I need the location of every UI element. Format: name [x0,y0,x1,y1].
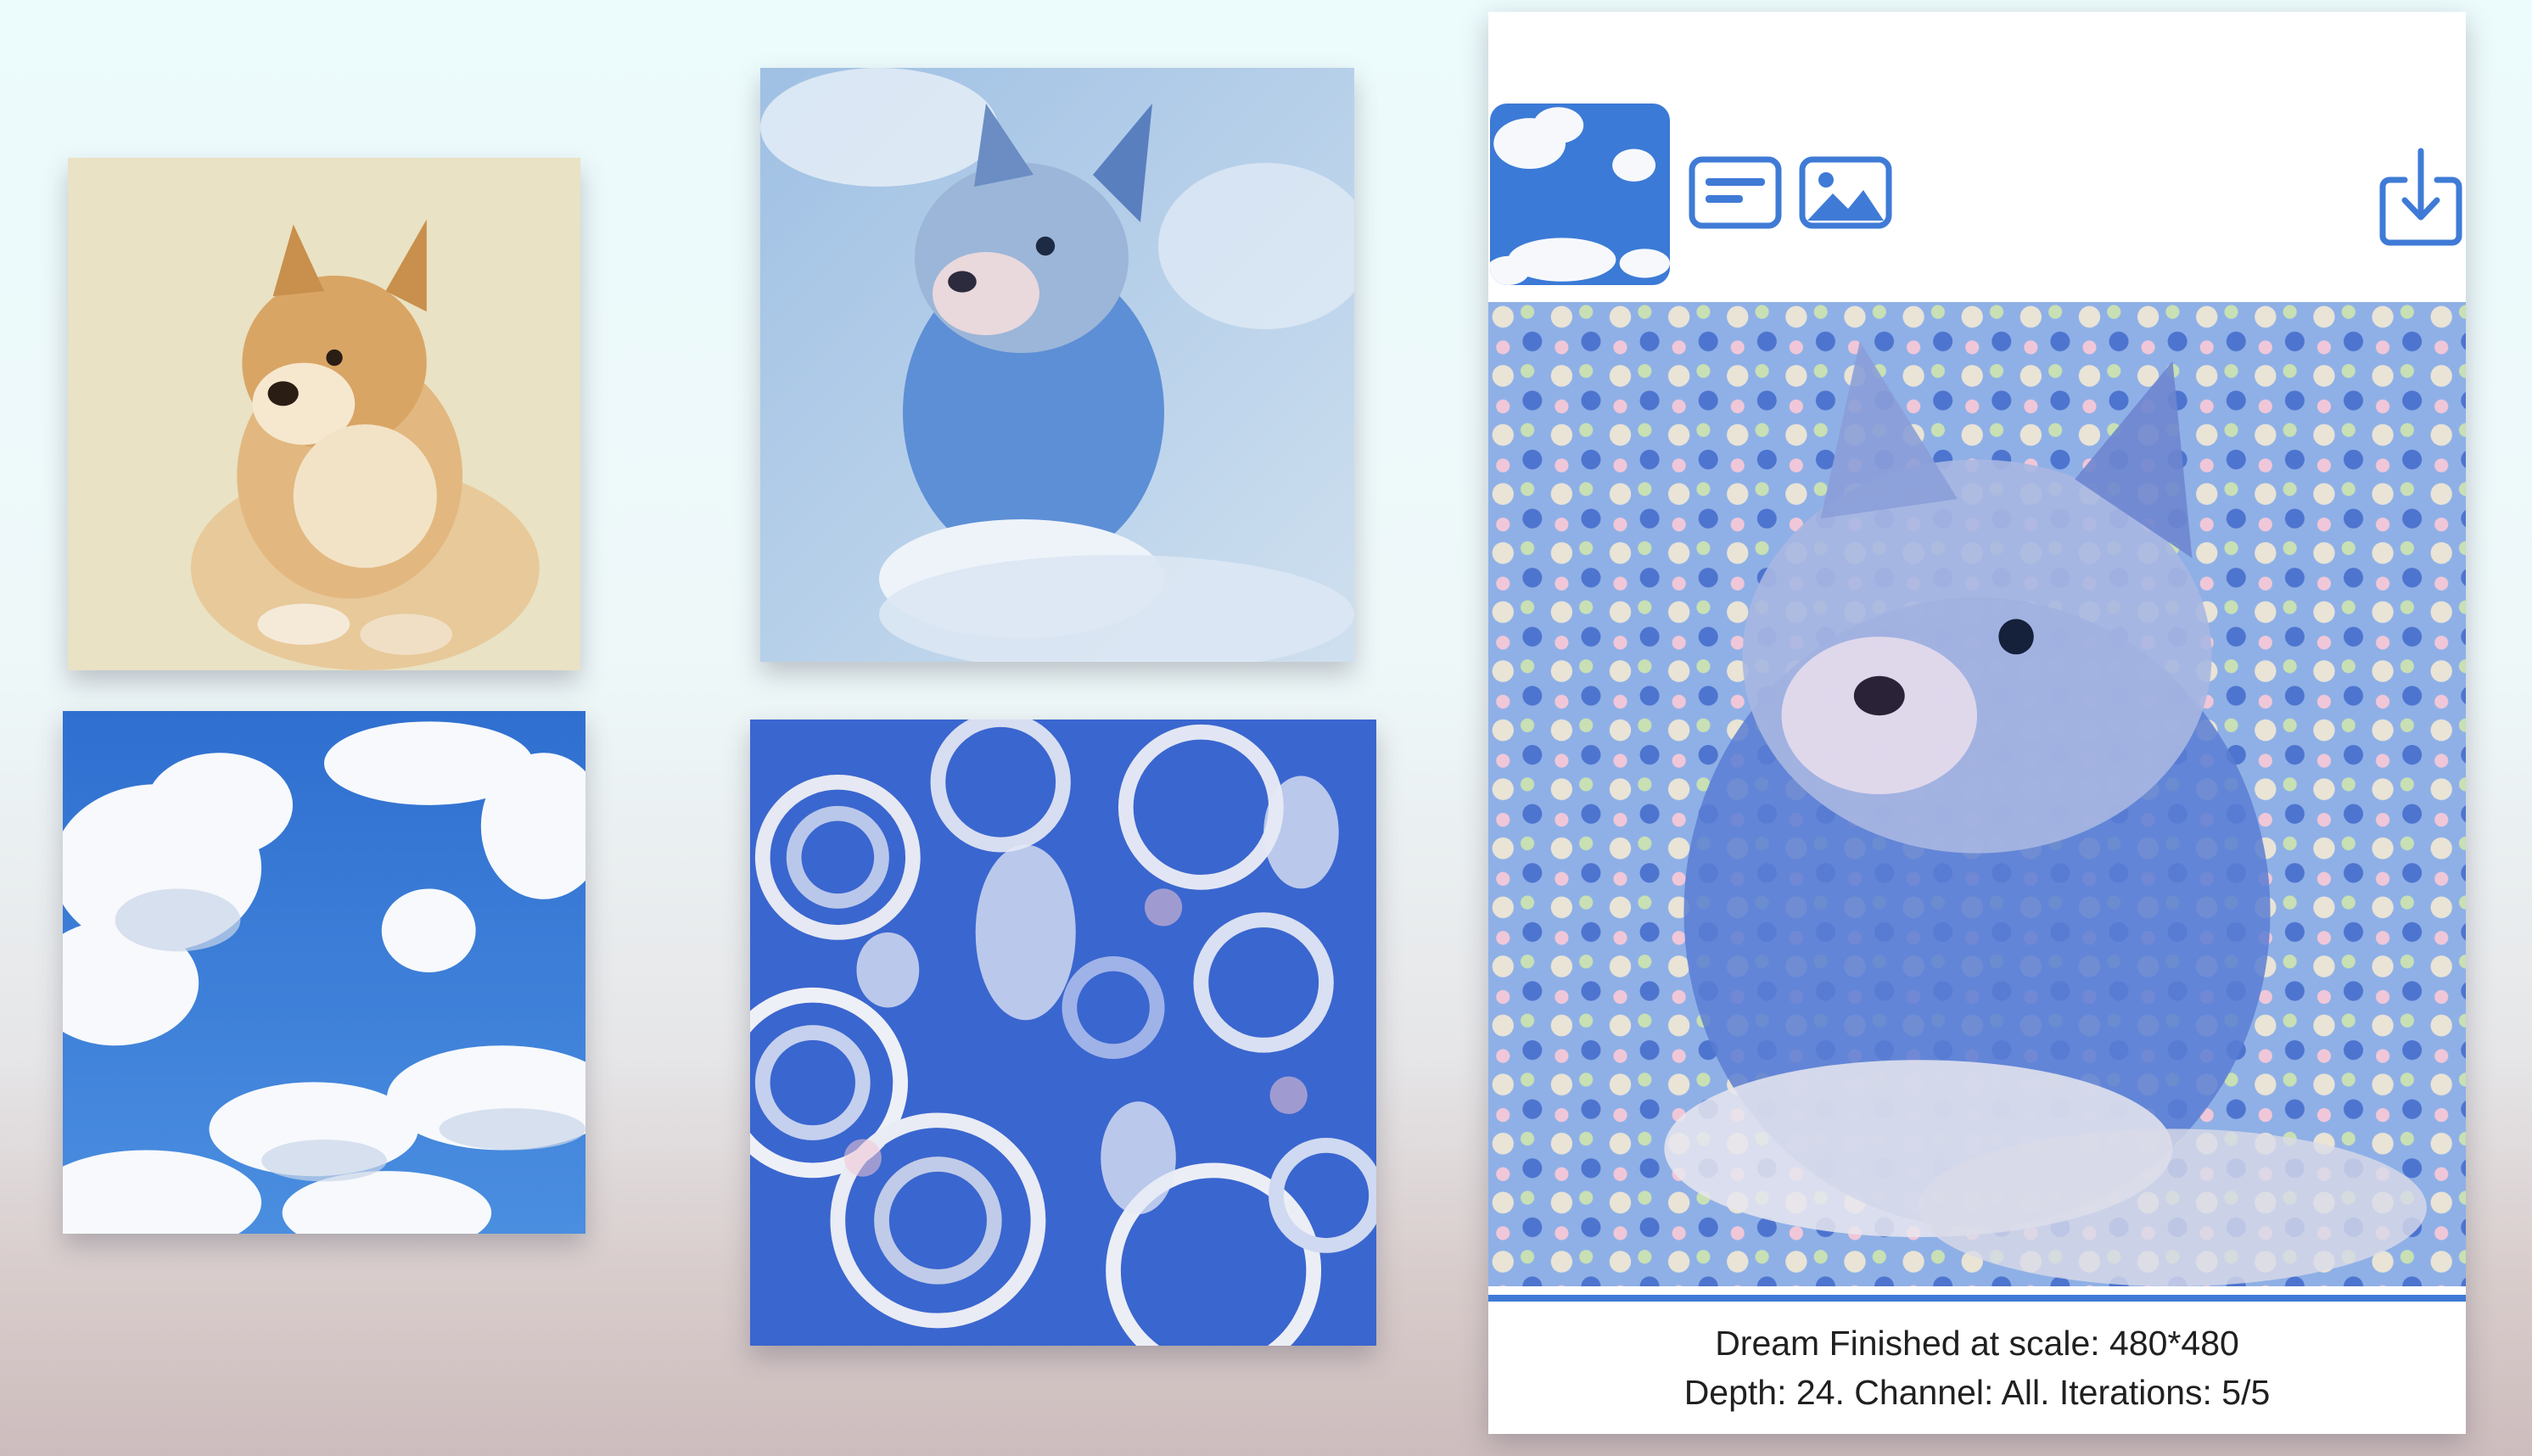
info-card-button[interactable] [1689,156,1782,229]
cloud-doge-image [760,68,1354,662]
text-card-icon [1689,156,1782,229]
style-thumbnail[interactable] [1490,104,1670,285]
progress-bar [1488,1295,2466,1302]
doge-image [68,158,580,670]
dream-result-image [1488,302,2466,1286]
cloud-style-thumbnail-icon [1490,104,1670,285]
progress-fill [1488,1295,2466,1302]
status-text: Dream Finished at scale: 480*480 Depth: … [1488,1319,2466,1417]
download-button[interactable] [2379,146,2462,246]
status-line-scale: Dream Finished at scale: 480*480 [1715,1324,2239,1363]
download-tray-icon [2379,148,2462,246]
status-line-details: Depth: 24. Channel: All. Iterations: 5/5 [1683,1373,2271,1412]
doge-photo-tile[interactable] [68,158,580,670]
cloud-styled-doge-tile[interactable] [760,68,1354,662]
image-picker-button[interactable] [1799,156,1892,229]
deep-dream-pattern-tile[interactable] [750,720,1376,1346]
clouds-image [63,711,585,1234]
dream-doge-image [1488,302,2466,1286]
clouds-photo-tile[interactable] [63,711,585,1234]
dream-app-panel: Dream Finished at scale: 480*480 Depth: … [1488,12,2466,1434]
photo-icon [1799,156,1892,229]
dream-pattern-image [750,720,1376,1346]
